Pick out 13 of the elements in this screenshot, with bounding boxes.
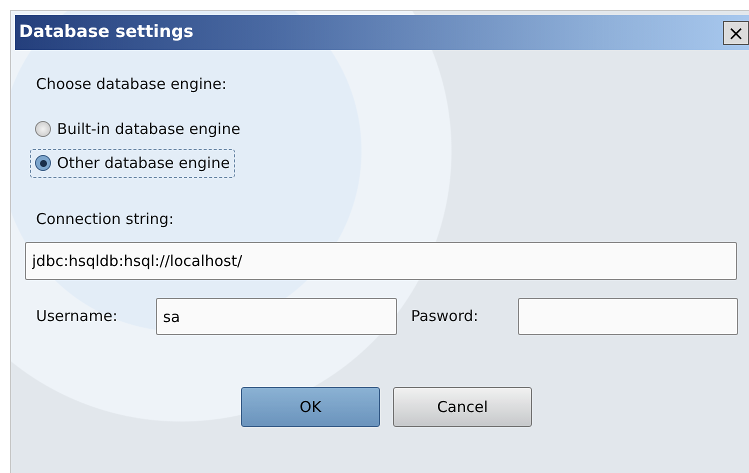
radio-option[interactable]: Other database engine [30, 149, 235, 178]
close-button[interactable]: × [723, 20, 749, 44]
password-label: Pasword: [411, 306, 480, 328]
ok-button[interactable]: OK [241, 387, 380, 427]
connection-label: Connection string: [36, 208, 174, 230]
connection-string-field[interactable]: jdbc:hsqldb:hsql://localhost/ [25, 242, 737, 280]
radio-option[interactable]: Built-in database engine [30, 114, 246, 143]
password-field[interactable] [518, 298, 738, 335]
engine-label: Choose database engine: [36, 74, 227, 95]
username-field[interactable]: sa [156, 298, 397, 335]
window-title: Database settings [18, 20, 194, 44]
username-label: Username: [36, 306, 119, 328]
cancel-button[interactable]: Cancel [393, 387, 532, 427]
